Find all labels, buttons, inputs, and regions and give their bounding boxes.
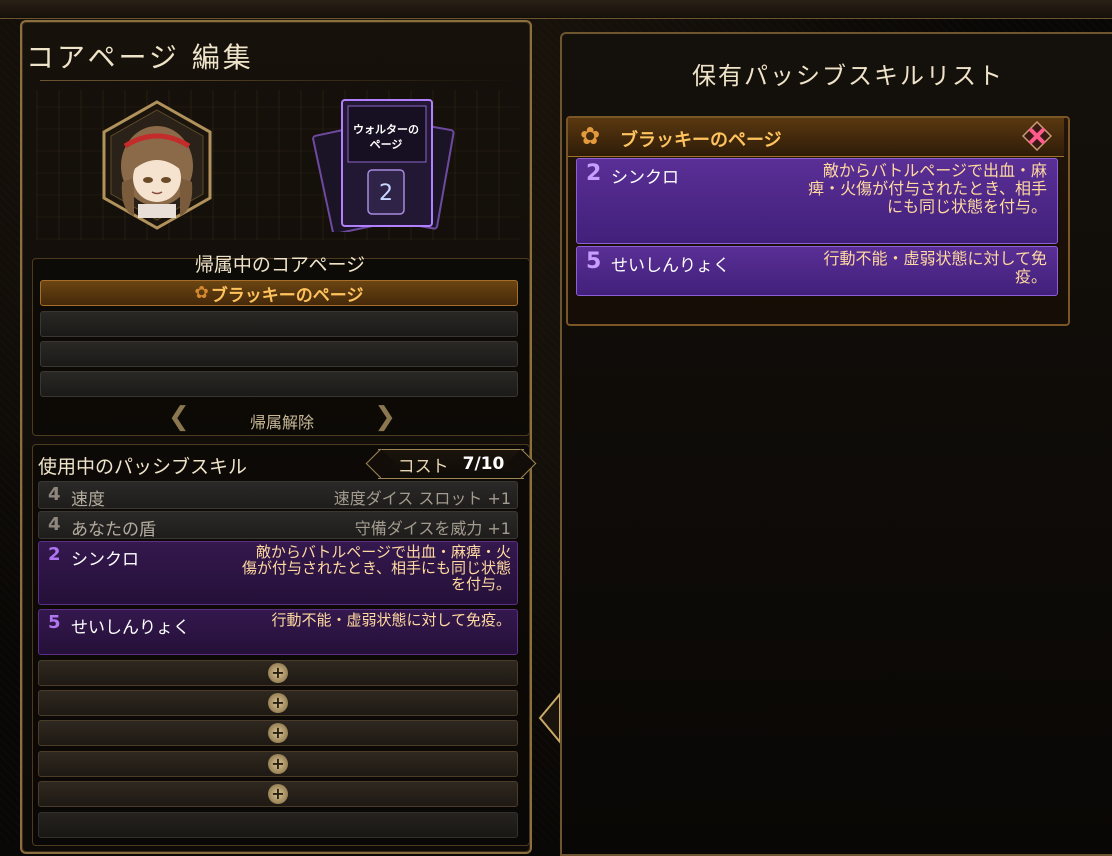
skill-description: 敵からバトルページで出血・麻痺・火傷が付与されたとき、相手にも同じ状態を付与。 [808, 161, 1047, 216]
skill-name: せいしんりょく [611, 256, 730, 276]
cost-value: 7/10 [462, 454, 505, 474]
skill-cost: 2 [586, 161, 602, 186]
top-frame-rim [0, 0, 1112, 19]
attribution-header: 帰属中のコアページ [194, 254, 366, 276]
cost-badge: コスト 7/10 [378, 449, 524, 479]
core-page-card-title: ウォルターの ページ [353, 123, 419, 151]
empty-skill-slot[interactable]: + [38, 690, 518, 716]
chevron-left-icon[interactable] [536, 692, 562, 744]
card-rank-number: 2 [379, 181, 393, 206]
equipped-skill-row[interactable]: 4 速度 速度ダイス スロット +1 [38, 481, 518, 510]
empty-skill-slot[interactable]: + [38, 781, 518, 807]
close-x-icon[interactable] [1022, 121, 1052, 151]
skill-name: あなたの盾 [71, 520, 156, 540]
attribution-slot-empty[interactable] [40, 371, 518, 397]
owned-page-name: ブラッキーのページ [620, 130, 782, 151]
passive-skill-title: 使用中のパッシブスキル [38, 456, 248, 478]
core-page-card[interactable]: 2 [310, 96, 460, 232]
skill-name: せいしんりょく [71, 618, 190, 638]
skill-cost: 4 [48, 484, 61, 505]
cost-label: コスト [397, 456, 449, 477]
skill-description: 敵からバトルページで出血・麻痺・火傷が付与されたとき、相手にも同じ状態を付与。 [242, 543, 511, 593]
clover-icon: ✿ [580, 122, 601, 150]
skill-description: 行動不能・虚弱状態に対して免疫。 [271, 611, 511, 629]
attributed-page-row[interactable]: ✿ ブラッキーのページ [40, 280, 518, 306]
equipped-skill-row[interactable]: 4 あなたの盾 守備ダイスを威力 +1 [38, 511, 518, 540]
clover-icon: ✿ [194, 283, 209, 303]
skill-description: 行動不能・虚弱状態に対して免疫。 [823, 249, 1047, 286]
title-divider [40, 80, 520, 81]
skill-cost: 4 [48, 514, 61, 535]
skill-cost: 5 [586, 249, 602, 274]
panel-title: コアページ 編集 [26, 41, 254, 74]
plus-icon: + [268, 693, 288, 713]
skill-name: シンクロ [71, 550, 139, 570]
owned-skill-row[interactable]: 5 せいしんりょく 行動不能・虚弱状態に対して免疫。 [576, 246, 1058, 296]
plus-icon: + [268, 723, 288, 743]
owned-passive-list-title: 保有パッシブスキルリスト [692, 62, 1004, 90]
plus-icon: + [268, 784, 288, 804]
empty-skill-slot[interactable]: + [38, 751, 518, 777]
skill-description: 守備ダイスを威力 +1 [354, 519, 511, 538]
chevron-left-icon: ❮ [168, 402, 190, 432]
locked-skill-slot [38, 812, 518, 838]
attribution-slot-empty[interactable] [40, 341, 518, 367]
attribution-slot-empty[interactable] [40, 311, 518, 337]
equipped-skill-row[interactable]: 5 せいしんりょく 行動不能・虚弱状態に対して免疫。 [38, 609, 518, 655]
skill-name: 速度 [71, 490, 105, 510]
plus-icon: + [268, 663, 288, 683]
skill-name: シンクロ [611, 168, 679, 188]
character-portrait[interactable] [100, 100, 214, 230]
empty-skill-slot[interactable]: + [38, 720, 518, 746]
empty-skill-slot[interactable]: + [38, 660, 518, 686]
skill-cost: 5 [48, 612, 61, 633]
owned-page-header: ✿ ブラッキーのページ [568, 118, 1064, 157]
chevron-right-icon: ❯ [374, 402, 396, 432]
attributed-page-name: ブラッキーのページ [210, 285, 364, 306]
plus-icon: + [268, 754, 288, 774]
release-button-label: 帰属解除 [249, 413, 314, 432]
skill-cost: 2 [48, 544, 61, 565]
release-attribution-button[interactable]: ❮ 帰属解除 ❯ [168, 402, 396, 436]
owned-skill-row[interactable]: 2 シンクロ 敵からバトルページで出血・麻痺・火傷が付与されたとき、相手にも同じ… [576, 158, 1058, 244]
equipped-skill-row[interactable]: 2 シンクロ 敵からバトルページで出血・麻痺・火傷が付与されたとき、相手にも同じ… [38, 541, 518, 605]
skill-description: 速度ダイス スロット +1 [333, 489, 511, 508]
